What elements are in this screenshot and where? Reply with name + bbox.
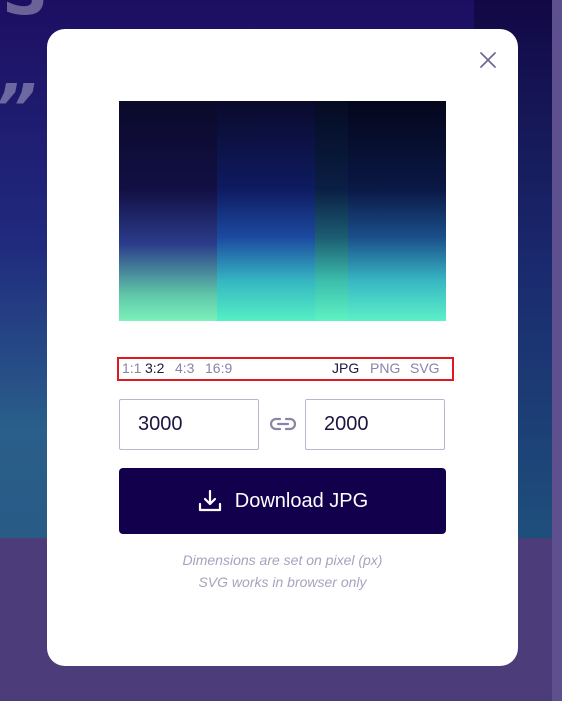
- ratio-option-1-1[interactable]: 1:1: [122, 359, 141, 377]
- preview-strip: [348, 101, 446, 321]
- scrollbar[interactable]: [552, 0, 562, 701]
- width-input[interactable]: [119, 399, 259, 450]
- link-dimensions-button[interactable]: [268, 413, 298, 435]
- preview-strip: [119, 101, 217, 321]
- options-highlight-box: [117, 357, 454, 381]
- hint-svg-text: SVG works in browser only: [198, 574, 367, 590]
- close-button[interactable]: [476, 48, 500, 72]
- preview-strip: [315, 101, 348, 321]
- download-button-label: Download JPG: [234, 489, 369, 512]
- preview-strip: [217, 101, 315, 321]
- ratio-option-4-3[interactable]: 4:3: [175, 359, 194, 377]
- height-input[interactable]: [305, 399, 445, 450]
- ratio-option-3-2[interactable]: 3:2: [145, 359, 164, 377]
- format-option-png[interactable]: PNG: [370, 359, 400, 377]
- download-button[interactable]: Download JPG: [119, 468, 446, 534]
- download-icon: [198, 489, 221, 512]
- format-option-jpg[interactable]: JPG: [332, 359, 359, 377]
- hint-dimensions-text: Dimensions are set on pixel (px): [182, 552, 383, 568]
- gradient-preview-image: [119, 101, 446, 321]
- format-option-svg[interactable]: SVG: [410, 359, 440, 377]
- close-icon: [480, 52, 496, 68]
- background-quote-glyph: ”: [0, 70, 37, 147]
- background-glyph: S: [2, 0, 48, 30]
- link-icon: [269, 417, 297, 431]
- ratio-option-16-9[interactable]: 16:9: [205, 359, 232, 377]
